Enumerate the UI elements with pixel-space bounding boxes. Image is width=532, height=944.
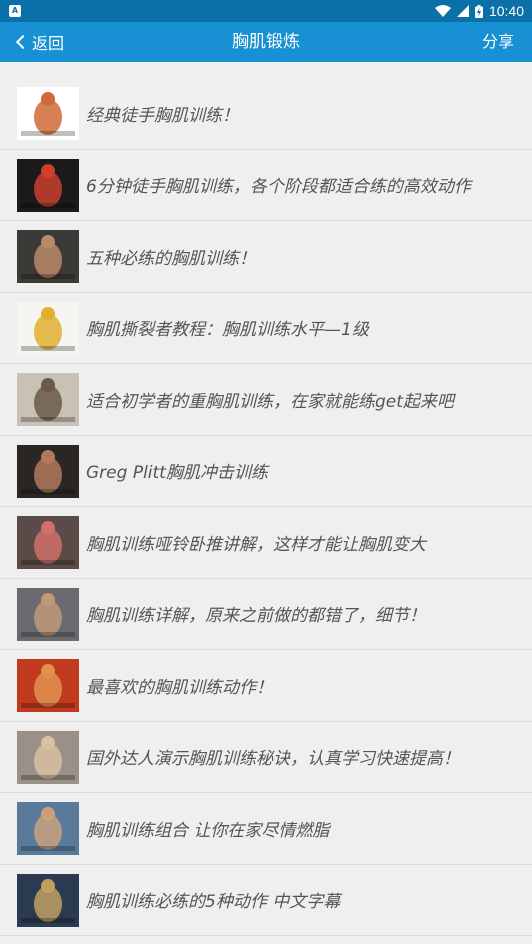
video-title: 胸肌训练详解，原来之前做的都错了，细节！: [86, 606, 426, 627]
list-item[interactable]: Greg Plitt胸肌冲击训练: [0, 436, 532, 507]
video-title: 胸肌训练哑铃卧推讲解，这样才能让胸肌变大: [86, 534, 426, 555]
app-bar: 返回 胸肌锻炼 分享: [0, 22, 532, 62]
video-list: 经典徒手胸肌训练！ 6分钟徒手胸肌训练，各个阶段都适合练的高效动作 五种必练的胸肌训…: [0, 78, 532, 936]
video-title: 经典徒手胸肌训练！: [86, 105, 239, 126]
video-thumbnail: [17, 87, 79, 140]
video-title: 适合初学者的重胸肌训练，在家就能练get起来吧: [86, 391, 454, 412]
video-title: 最喜欢的胸肌训练动作！: [86, 677, 273, 698]
share-button[interactable]: 分享: [482, 22, 514, 62]
list-item[interactable]: 适合初学者的重胸肌训练，在家就能练get起来吧: [0, 364, 532, 436]
list-item[interactable]: 经典徒手胸肌训练！: [0, 78, 532, 150]
list-item[interactable]: 胸肌训练详解，原来之前做的都错了，细节！: [0, 579, 532, 650]
list-item[interactable]: 最喜欢的胸肌训练动作！: [0, 650, 532, 722]
clock: 10:40: [488, 3, 524, 19]
page-title: 胸肌锻炼: [232, 32, 300, 52]
list-item[interactable]: 胸肌撕裂者教程：胸肌训练水平—1级: [0, 293, 532, 364]
list-item[interactable]: 胸肌训练哑铃卧推讲解，这样才能让胸肌变大: [0, 507, 532, 579]
battery-icon: [474, 4, 483, 18]
video-title: 国外达人演示胸肌训练秘诀，认真学习快速提高！: [86, 749, 460, 770]
video-title: 五种必练的胸肌训练！: [86, 248, 256, 269]
status-bar: A 10:40: [0, 0, 532, 22]
app-notification-icon: A: [9, 5, 21, 17]
list-item[interactable]: 6分钟徒手胸肌训练，各个阶段都适合练的高效动作: [0, 150, 532, 221]
video-thumbnail: [17, 301, 79, 355]
list-item[interactable]: 胸肌训练必练的5种动作 中文字幕: [0, 865, 532, 936]
video-title: 胸肌撕裂者教程：胸肌训练水平—1级: [86, 320, 369, 341]
video-title: 胸肌训练组合 让你在家尽情燃脂: [86, 820, 330, 841]
signal-icon: [456, 5, 469, 17]
video-title: 胸肌训练必练的5种动作 中文字幕: [86, 892, 341, 913]
status-right: 10:40: [434, 0, 524, 22]
video-thumbnail: [17, 659, 79, 712]
list-item[interactable]: 五种必练的胸肌训练！: [0, 221, 532, 293]
video-thumbnail: [17, 873, 79, 927]
list-item[interactable]: 国外达人演示胸肌训练秘诀，认真学习快速提高！: [0, 722, 532, 793]
video-thumbnail: [17, 373, 79, 426]
list-item[interactable]: 胸肌训练组合 让你在家尽情燃脂: [0, 793, 532, 865]
video-thumbnail: [17, 587, 79, 641]
video-title: 6分钟徒手胸肌训练，各个阶段都适合练的高效动作: [86, 177, 471, 198]
wifi-icon: [434, 5, 451, 17]
video-thumbnail: [17, 158, 79, 212]
video-thumbnail: [17, 230, 79, 283]
video-thumbnail: [17, 802, 79, 855]
video-thumbnail: [17, 516, 79, 569]
video-thumbnail: [17, 730, 79, 784]
video-thumbnail: [17, 444, 79, 498]
video-title: Greg Plitt胸肌冲击训练: [86, 463, 268, 484]
